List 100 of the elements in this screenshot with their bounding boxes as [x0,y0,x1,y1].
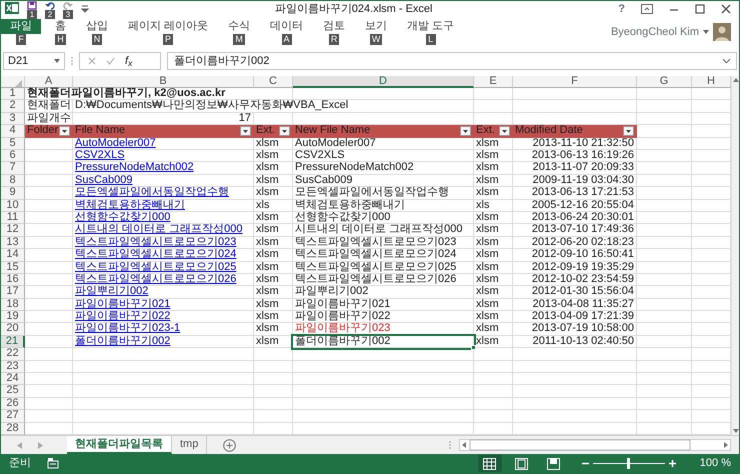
empty-cell[interactable] [637,249,692,262]
row-header[interactable]: 14 [1,249,25,262]
row-header[interactable]: 7 [1,162,25,175]
empty-cell[interactable] [254,348,293,361]
column-header[interactable]: H [692,76,731,88]
file-link[interactable]: 텍스트파일엑셀시트로모으기024 [75,248,236,260]
empty-cell[interactable] [474,100,513,113]
row-header[interactable]: 22 [1,348,25,361]
ribbon-tab[interactable]: 수식 [222,19,256,34]
table-cell[interactable]: PressureNodeMatch002 [73,162,254,175]
empty-cell[interactable] [637,311,692,324]
row-header[interactable]: 6 [1,150,25,162]
empty-cell[interactable] [637,373,692,386]
row-header[interactable]: 3 [1,112,25,126]
empty-cell[interactable] [73,373,254,386]
empty-cell[interactable] [254,360,293,374]
empty-cell[interactable] [474,360,513,374]
maximize-icon[interactable] [695,4,705,14]
formula-field[interactable]: 폴더이름바꾸기002 [167,52,737,70]
file-link[interactable]: 텍스트파일엑셀시트로모으기025 [75,260,236,273]
column-header[interactable]: G [637,76,692,88]
expand-icon[interactable] [723,59,730,63]
file-link[interactable]: 모든엑셀파일에서동일작업수행 [75,186,229,198]
ribbon-options-icon[interactable] [641,4,653,14]
row-header[interactable]: 11 [1,212,25,224]
empty-cell[interactable] [637,262,692,274]
horizontal-scrollbar[interactable] [459,439,731,451]
empty-cell[interactable] [293,385,474,398]
table-cell[interactable]: 파일이름바꾸기021 [73,298,254,312]
empty-cell[interactable] [293,373,474,386]
help-button[interactable]: ? [618,1,625,18]
row-header[interactable]: 27 [1,410,25,423]
empty-cell[interactable] [513,410,637,423]
empty-cell[interactable] [293,410,474,423]
empty-cell[interactable] [637,348,692,361]
row-header[interactable]: 8 [1,174,25,188]
file-link[interactable]: 텍스트파일엑셀시트로모으기026 [75,272,236,285]
zoom-out-icon[interactable] [582,460,589,467]
table-cell[interactable]: 텍스트파일엑셀시트로모으기024 [73,249,254,262]
row-header[interactable]: 18 [1,298,25,312]
row-header[interactable]: 25 [1,385,25,398]
empty-cell[interactable] [254,410,293,423]
file-link[interactable]: 파일이름바꾸기022 [75,310,170,322]
empty-cell[interactable] [474,385,513,398]
empty-cell[interactable] [474,410,513,423]
empty-cell[interactable] [637,360,692,374]
table-cell[interactable]: 텍스트파일엑셀시트로모으기023 [73,236,254,250]
ribbon-tab[interactable]: 홈 [49,19,72,34]
ribbon-tab[interactable]: 개발 도구 [401,19,460,34]
column-header[interactable]: C [254,76,293,88]
file-link[interactable]: 벽체검토용하중빼내기 [75,198,185,211]
ribbon-tab[interactable]: 검토 [317,19,352,34]
empty-cell[interactable] [254,398,293,410]
empty-cell[interactable] [73,348,254,361]
row-header[interactable]: 5 [1,138,25,150]
table-cell[interactable]: SusCab009 [73,174,254,188]
empty-cell[interactable] [254,373,293,386]
row-header[interactable]: 15 [1,262,25,274]
table-cell[interactable]: 선형함수값찾기000 [73,212,254,224]
empty-cell[interactable] [637,336,692,348]
table-cell[interactable]: 파일이름바꾸기023-1 [73,323,254,336]
empty-cell[interactable] [637,236,692,250]
file-link[interactable]: 텍스트파일엑셀시트로모으기023 [75,236,236,248]
empty-cell[interactable] [73,385,254,398]
insert-function-button[interactable]: f$_{x}$ [125,52,132,70]
save-icon[interactable] [27,1,37,10]
caret-icon[interactable] [54,59,60,63]
undo-icon[interactable] [45,1,55,10]
next-sheet-icon[interactable] [38,442,43,448]
file-link[interactable]: 파일이름바꾸기021 [75,298,170,310]
empty-cell[interactable] [637,224,692,237]
table-cell[interactable]: 폴더이름바꾸기002 [73,336,254,348]
empty-cell[interactable] [513,360,637,374]
caret-icon[interactable] [703,30,709,34]
select-all-icon[interactable] [15,80,22,88]
column-header[interactable]: B [73,76,254,88]
empty-cell[interactable] [637,212,692,224]
row-header[interactable]: 26 [1,398,25,410]
filter-button[interactable] [279,126,290,136]
view-button[interactable] [478,455,502,472]
empty-cell[interactable] [293,88,474,100]
table-cell[interactable]: 텍스트파일엑셀시트로모으기025 [73,262,254,274]
row-header[interactable]: 1 [1,88,25,100]
fill-handle[interactable] [471,345,476,350]
empty-cell[interactable] [73,360,254,374]
table-cell[interactable]: 모든엑셀파일에서동일작업수행 [73,187,254,200]
sheet-tab[interactable]: 현재폴더파일목록 [67,436,172,454]
add-sheet-icon[interactable] [223,438,236,452]
empty-cell[interactable] [637,187,692,200]
file-link[interactable]: SusCab009 [75,174,132,186]
filter-button[interactable] [240,126,251,136]
empty-cell[interactable] [513,373,637,386]
row-header[interactable]: 28 [1,422,25,435]
empty-cell[interactable] [513,88,637,100]
empty-cell[interactable] [513,100,637,113]
ribbon-tab[interactable]: 보기 [359,19,394,34]
table-cell[interactable]: 파일뿌리기002 [73,286,254,299]
file-link[interactable]: 폴더이름바꾸기002 [75,334,170,347]
scroll-down-icon[interactable] [732,427,739,435]
empty-cell[interactable] [637,100,692,113]
